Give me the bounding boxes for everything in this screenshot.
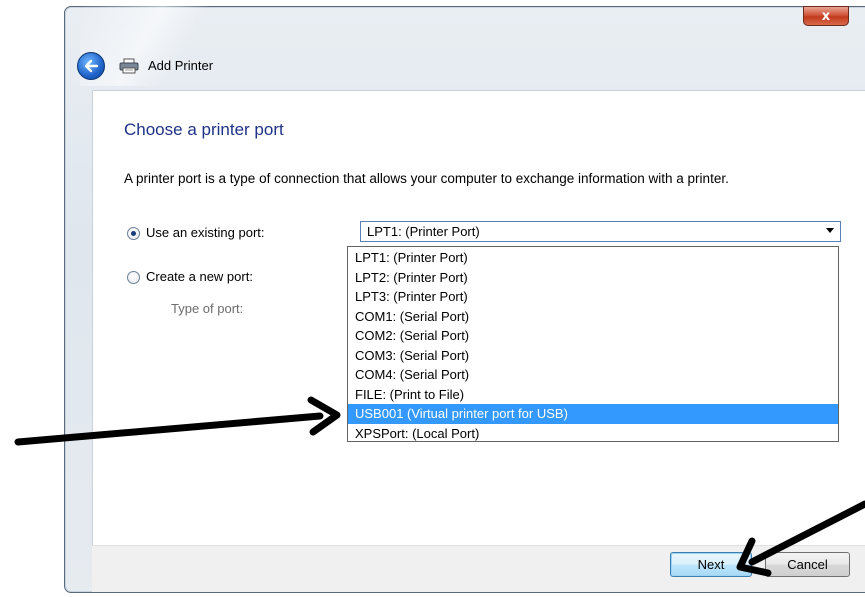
port-option-usb001[interactable]: USB001 (Virtual printer port for USB) xyxy=(348,404,838,424)
port-select-value: LPT1: (Printer Port) xyxy=(367,224,480,239)
port-option-com3[interactable]: COM3: (Serial Port) xyxy=(348,346,838,366)
port-select[interactable]: LPT1: (Printer Port) xyxy=(360,221,841,242)
page-title: Choose a printer port xyxy=(124,120,284,139)
port-option-com1[interactable]: COM1: (Serial Port) xyxy=(348,307,838,327)
port-option-com4[interactable]: COM4: (Serial Port) xyxy=(348,365,838,385)
back-button[interactable] xyxy=(77,52,105,80)
back-arrow-icon xyxy=(84,59,99,73)
port-option-lpt2[interactable]: LPT2: (Printer Port) xyxy=(348,268,838,288)
new-port-radio[interactable] xyxy=(127,271,140,284)
window-title: Add Printer xyxy=(148,58,214,73)
cancel-button[interactable]: Cancel xyxy=(765,552,850,577)
port-option-lpt1[interactable]: LPT1: (Printer Port) xyxy=(348,248,838,268)
existing-port-label[interactable]: Use an existing port: xyxy=(146,225,265,240)
chevron-down-icon[interactable] xyxy=(826,228,834,233)
close-button[interactable]: x xyxy=(803,6,849,26)
port-dropdown-list: LPT1: (Printer Port) LPT2: (Printer Port… xyxy=(347,246,839,442)
port-option-file[interactable]: FILE: (Print to File) xyxy=(348,385,838,405)
port-option-xpsport[interactable]: XPSPort: (Local Port) xyxy=(348,424,838,444)
page-description: A printer port is a type of connection t… xyxy=(124,171,729,186)
port-option-lpt3[interactable]: LPT3: (Printer Port) xyxy=(348,287,838,307)
radio-selected-dot xyxy=(131,231,136,236)
new-port-label[interactable]: Create a new port: xyxy=(146,269,253,284)
existing-port-radio[interactable] xyxy=(127,227,140,240)
printer-icon xyxy=(119,58,139,74)
type-of-port-label: Type of port: xyxy=(171,301,244,316)
port-option-com2[interactable]: COM2: (Serial Port) xyxy=(348,326,838,346)
next-button[interactable]: Next xyxy=(670,552,752,577)
